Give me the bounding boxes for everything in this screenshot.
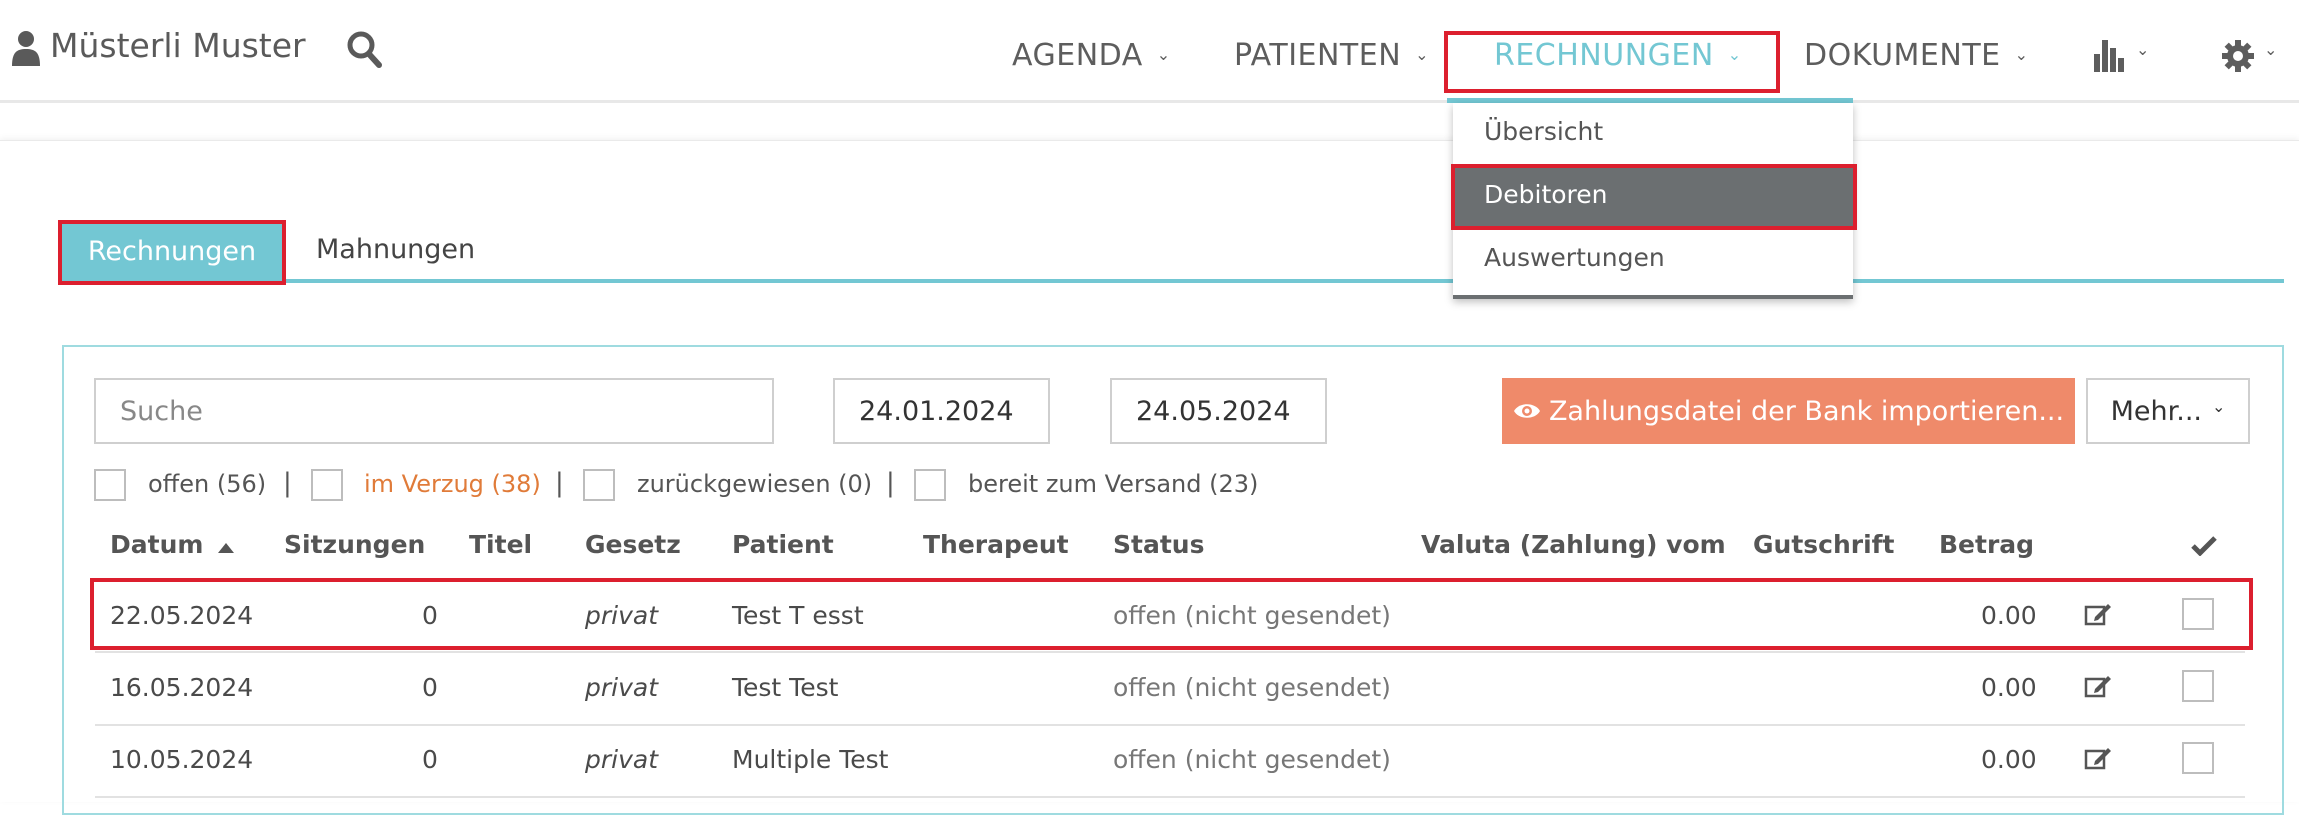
search-icon[interactable]	[346, 30, 382, 68]
row-select-checkbox[interactable]	[2182, 742, 2214, 774]
column-header-patient[interactable]: Patient	[732, 530, 834, 559]
cell-status: offen (nicht gesendet)	[1113, 673, 1391, 702]
filter-verzug-label: im Verzug (38)	[364, 470, 541, 498]
nav-dokumente-label: DOKUMENTE	[1804, 38, 2001, 73]
eye-icon	[1513, 404, 1540, 418]
select-all-check-icon[interactable]	[2191, 536, 2217, 556]
nav-agenda[interactable]: AGENDA ⌄	[1012, 38, 1171, 73]
import-payment-file-button[interactable]: Zahlungsdatei der Bank importieren...	[1502, 378, 2075, 444]
cell-betrag: 0.00	[1981, 745, 2037, 774]
highlight-box-debitoren	[1451, 164, 1857, 230]
filter-separator: |	[555, 468, 564, 498]
cell-datum: 16.05.2024	[110, 673, 254, 702]
dropdown-item-uebersicht[interactable]: Übersicht	[1484, 117, 1603, 146]
column-header-status[interactable]: Status	[1113, 530, 1204, 559]
column-header-titel[interactable]: Titel	[469, 530, 532, 559]
nav-dokumente[interactable]: DOKUMENTE ⌄	[1804, 38, 2029, 73]
filter-separator: |	[283, 468, 292, 498]
column-header-gesetz[interactable]: Gesetz	[585, 530, 681, 559]
chevron-down-icon: ⌄	[2014, 45, 2029, 64]
chevron-down-icon: ⌄	[1415, 45, 1430, 64]
tab-mahnungen[interactable]: Mahnungen	[316, 234, 475, 265]
filter-separator: |	[886, 468, 895, 498]
cell-betrag: 0.00	[1981, 673, 2037, 702]
date-from-input[interactable]: 24.01.2024	[833, 378, 1050, 444]
search-input[interactable]: Suche	[94, 378, 774, 444]
filter-offen-checkbox[interactable]	[94, 469, 126, 501]
bar-chart-icon	[2094, 40, 2124, 72]
nav-patienten[interactable]: PATIENTEN ⌄	[1234, 38, 1429, 73]
cell-patient: Test Test	[732, 673, 839, 702]
cell-sitzungen: 0	[422, 745, 438, 774]
cell-sitzungen: 0	[422, 673, 438, 702]
chevron-down-icon: ⌄	[1156, 45, 1171, 64]
cell-datum: 10.05.2024	[110, 745, 254, 774]
column-header-sitzungen[interactable]: Sitzungen	[284, 530, 425, 559]
nav-patienten-label: PATIENTEN	[1234, 38, 1402, 73]
filter-offen-label: offen (56)	[148, 470, 267, 498]
row-divider	[95, 796, 2245, 798]
column-header-valuta[interactable]: Valuta (Zahlung) vom	[1421, 530, 1726, 559]
more-button[interactable]: Mehr... ⌄	[2086, 378, 2250, 444]
nav-settings[interactable]: ⌄	[2222, 40, 2277, 76]
cell-gesetz: privat	[585, 745, 659, 774]
tabs-underline	[60, 279, 2284, 283]
highlight-box-rechnungen	[1444, 31, 1780, 93]
filter-zurueckgewiesen-checkbox[interactable]	[583, 469, 615, 501]
user-icon	[12, 31, 40, 66]
import-button-label: Zahlungsdatei der Bank importieren...	[1548, 395, 2065, 427]
column-header-betrag[interactable]: Betrag	[1939, 530, 2034, 559]
nav-statistics[interactable]: ⌄	[2094, 40, 2149, 76]
nav-agenda-label: AGENDA	[1012, 38, 1143, 73]
edit-icon[interactable]	[2084, 674, 2112, 698]
chevron-down-icon: ⌄	[2211, 396, 2226, 416]
chevron-down-icon: ⌄	[2264, 40, 2278, 59]
edit-icon[interactable]	[2084, 746, 2112, 770]
chevron-down-icon: ⌄	[2136, 40, 2150, 59]
dropdown-item-auswertungen[interactable]: Auswertungen	[1484, 243, 1665, 272]
highlight-box-row	[90, 578, 2253, 650]
column-header-datum-label: Datum	[110, 530, 204, 559]
filter-verzug-checkbox[interactable]	[311, 469, 343, 501]
more-button-label: Mehr...	[2110, 395, 2202, 427]
user-name[interactable]: Müsterli Muster	[50, 26, 306, 65]
highlight-box-tab	[58, 220, 286, 285]
sort-ascending-icon	[218, 543, 235, 553]
cell-gesetz: privat	[585, 673, 659, 702]
column-header-therapeut[interactable]: Therapeut	[923, 530, 1069, 559]
column-header-gutschrift[interactable]: Gutschrift	[1753, 530, 1895, 559]
column-header-datum[interactable]: Datum	[110, 530, 235, 559]
filter-versand-checkbox[interactable]	[914, 469, 946, 501]
cell-status: offen (nicht gesendet)	[1113, 745, 1391, 774]
filter-versand-label: bereit zum Versand (23)	[968, 470, 1259, 498]
filter-zurueckgewiesen-label: zurückgewiesen (0)	[637, 470, 873, 498]
cell-patient: Multiple Test	[732, 745, 889, 774]
gear-icon	[2222, 40, 2254, 72]
row-select-checkbox[interactable]	[2182, 670, 2214, 702]
date-to-input[interactable]: 24.05.2024	[1110, 378, 1327, 444]
